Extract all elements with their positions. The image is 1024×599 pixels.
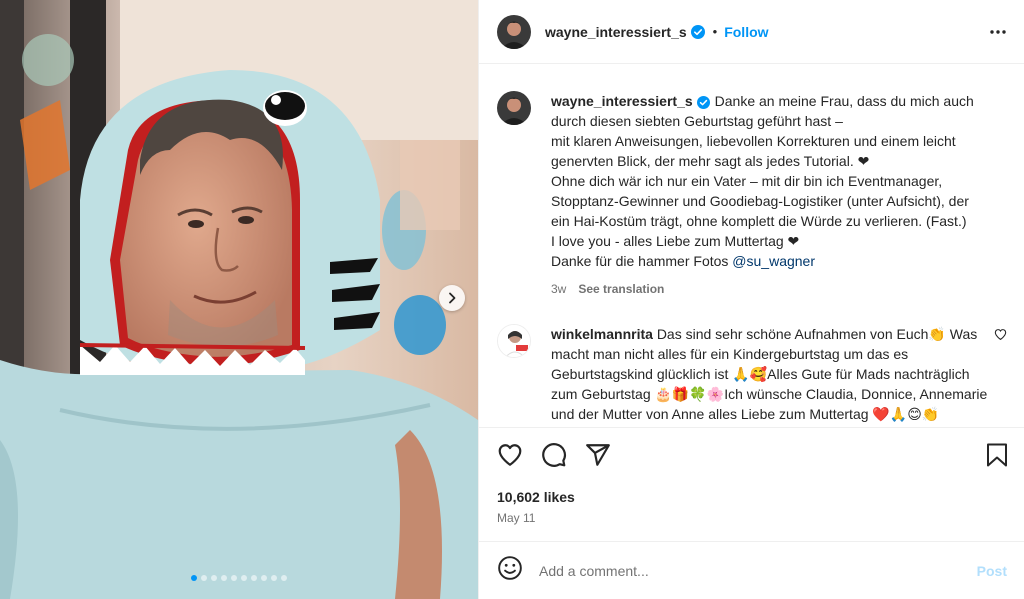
save-button[interactable] xyxy=(985,442,1009,473)
emoji-button[interactable] xyxy=(497,555,523,586)
separator-bullet: • xyxy=(712,24,718,39)
share-button[interactable] xyxy=(585,442,611,473)
bookmark-icon xyxy=(987,443,1007,467)
author-avatar[interactable] xyxy=(497,14,531,49)
carousel-dot[interactable] xyxy=(251,575,257,581)
add-comment-bar: Post xyxy=(479,541,1024,599)
share-icon xyxy=(586,444,610,466)
caption: wayne_interessiert_s Danke an meine Frau,… xyxy=(497,91,1007,299)
heart-outline-icon xyxy=(994,329,1007,341)
carousel-dot[interactable] xyxy=(221,575,227,581)
commenter-avatar[interactable] xyxy=(497,324,531,358)
mention-link[interactable]: @su_wagner xyxy=(732,253,815,269)
emoji-icon xyxy=(498,556,522,580)
carousel-dot[interactable] xyxy=(281,575,287,581)
carousel-dot[interactable] xyxy=(211,575,217,581)
post-header: wayne_interessiert_s • Follow xyxy=(479,0,1024,64)
comment-item: winkelmannrita Das sind sehr schöne Aufn… xyxy=(497,324,1007,424)
chevron-right-icon xyxy=(449,292,456,304)
more-horizontal-icon xyxy=(990,30,1006,34)
carousel-dots xyxy=(0,575,478,581)
post-actions: 10,602 likes May 11 xyxy=(479,427,1024,541)
post-comment-button[interactable]: Post xyxy=(977,563,1007,579)
post-side-panel: wayne_interessiert_s • Follow wayne_inte… xyxy=(478,0,1024,599)
carousel-dot[interactable] xyxy=(271,575,277,581)
comments-list[interactable]: wayne_interessiert_s Danke an meine Frau,… xyxy=(479,65,1024,427)
carousel-dot[interactable] xyxy=(261,575,267,581)
post-date[interactable]: May 11 xyxy=(497,511,535,525)
caption-credit: Danke für die hammer Fotos xyxy=(551,253,733,269)
comment-username[interactable]: winkelmannrita xyxy=(551,326,653,342)
post-photo[interactable] xyxy=(0,0,478,599)
caption-line: I love you - alles Liebe zum Muttertag ❤ xyxy=(551,233,800,249)
caption-body: wayne_interessiert_s Danke an meine Frau,… xyxy=(551,91,991,299)
caption-line: Ohne dich wär ich nur ein Vater – mit di… xyxy=(551,173,969,229)
carousel-dot[interactable] xyxy=(231,575,237,581)
heart-icon xyxy=(498,444,522,466)
see-translation-button[interactable]: See translation xyxy=(578,279,664,299)
carousel-dot[interactable] xyxy=(191,575,197,581)
post-age[interactable]: 3w xyxy=(551,279,566,299)
carousel-next-button[interactable] xyxy=(439,285,465,311)
verified-badge-icon xyxy=(690,24,705,39)
likes-count[interactable]: 10,602 likes xyxy=(497,489,575,505)
shark-costume-photo xyxy=(0,0,478,599)
follow-button[interactable]: Follow xyxy=(724,24,768,40)
carousel-dot[interactable] xyxy=(241,575,247,581)
more-options-button[interactable] xyxy=(989,23,1007,46)
caption-meta: 3w See translation xyxy=(551,279,991,299)
comment-like-button[interactable] xyxy=(994,328,1007,346)
verified-badge-icon xyxy=(696,95,710,109)
caption-username[interactable]: wayne_interessiert_s xyxy=(551,93,693,109)
comment-input[interactable] xyxy=(539,562,977,579)
comment-icon xyxy=(542,443,566,467)
comment-body: winkelmannrita Das sind sehr schöne Aufn… xyxy=(551,324,991,424)
author-username[interactable]: wayne_interessiert_s xyxy=(545,24,687,40)
author-avatar[interactable] xyxy=(497,91,531,125)
carousel-dot[interactable] xyxy=(201,575,207,581)
comment-button[interactable] xyxy=(541,442,567,473)
caption-line: mit klaren Anweisungen, liebevollen Korr… xyxy=(551,133,956,169)
like-button[interactable] xyxy=(497,442,523,473)
